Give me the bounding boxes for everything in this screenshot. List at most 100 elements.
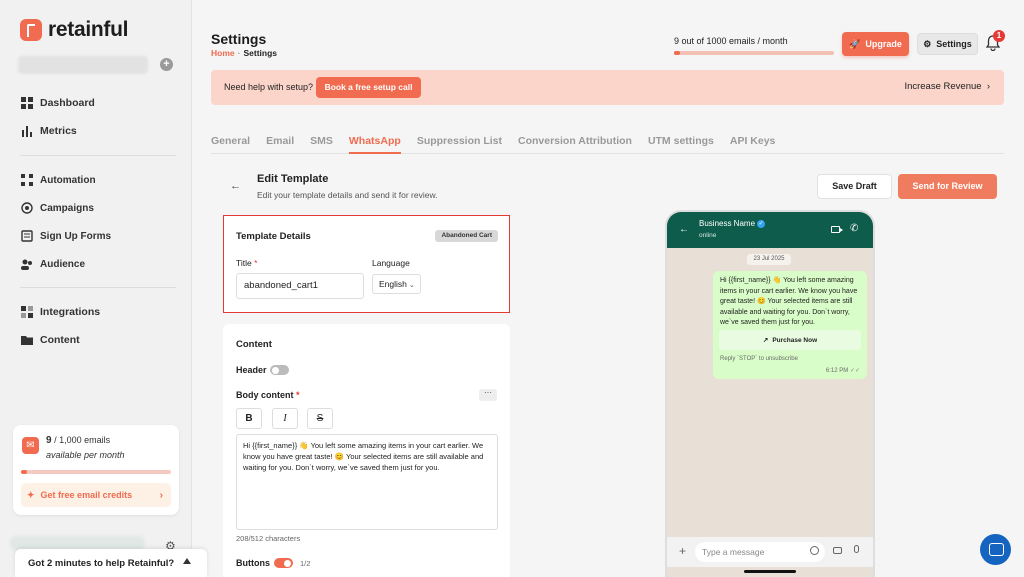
purchase-now-button: ↗ Purchase Now: [719, 330, 861, 350]
buttons-toggle-label: Buttons: [236, 558, 270, 568]
header-toggle-label: Header: [236, 365, 267, 375]
email-usage-bar: [674, 51, 834, 55]
camera-icon: [833, 547, 842, 554]
gear-icon: ⚙: [923, 38, 932, 49]
business-name: Business Name ✓: [699, 219, 766, 228]
message-time: 6:12 PM ✓✓: [825, 368, 860, 374]
upgrade-button[interactable]: 🚀 Upgrade: [842, 32, 909, 56]
message-input: Type a message: [695, 542, 825, 562]
sidebar-item-content[interactable]: Content: [21, 334, 80, 346]
more-options-button[interactable]: ···: [479, 389, 497, 401]
credits-progress-bar: [21, 470, 171, 474]
chat-header: ← Business Name ✓ online ✆: [667, 212, 873, 248]
audience-icon: [21, 259, 32, 270]
message-bubble: Hi {{first_name}} 👋 You left some amazin…: [713, 271, 867, 379]
integrations-icon: [21, 306, 33, 318]
settings-label: Settings: [936, 39, 972, 49]
sidebar-divider: [20, 155, 176, 156]
send-for-review-button[interactable]: Send for Review: [898, 174, 997, 199]
chevron-right-icon: ›: [159, 489, 163, 501]
strikethrough-button[interactable]: S: [307, 408, 333, 429]
tab-suppression-list[interactable]: Suppression List: [417, 127, 502, 154]
template-details-title: Template Details: [236, 231, 311, 242]
italic-button[interactable]: I: [272, 408, 298, 429]
sidebar-item-automation[interactable]: Automation: [21, 174, 96, 186]
breadcrumb-current: Settings: [243, 48, 277, 58]
tab-utm-settings[interactable]: UTM settings: [648, 127, 714, 154]
phone-call-icon: ✆: [850, 223, 859, 234]
settings-tabs: General Email SMS WhatsApp Suppression L…: [211, 127, 1004, 154]
tab-api-keys[interactable]: API Keys: [730, 127, 776, 154]
credits-count: 9 / 1,000 emails: [46, 435, 111, 446]
sidebar-item-label: Campaigns: [40, 202, 94, 214]
breadcrumb-home-link[interactable]: Home: [211, 48, 235, 58]
whatsapp-preview: ← Business Name ✓ online ✆ 23 Jul 2025 Hi…: [667, 212, 873, 577]
tab-sms[interactable]: SMS: [310, 127, 333, 154]
bold-button[interactable]: B: [236, 408, 262, 429]
template-details-card: Template Details Abandoned Cart Title * …: [223, 215, 510, 313]
body-content-textarea[interactable]: Hi {{first_name}} 👋 You left some amazin…: [236, 434, 498, 530]
sidebar-item-label: Metrics: [40, 125, 77, 137]
tab-general[interactable]: General: [211, 127, 250, 154]
sidebar-item-label: Dashboard: [40, 97, 95, 109]
folder-icon: [21, 336, 33, 345]
sidebar-item-signup-forms[interactable]: Sign Up Forms: [21, 230, 111, 242]
email-usage-text: 9 out of 1000 emails / month: [674, 36, 788, 46]
rocket-icon: 🚀: [849, 38, 861, 49]
tab-conversion-attribution[interactable]: Conversion Attribution: [518, 127, 632, 154]
breadcrumb-separator: ·: [237, 48, 241, 58]
date-chip: 23 Jul 2025: [747, 254, 791, 265]
email-credits-card: ✉ 9 / 1,000 emails available per month ✦…: [13, 425, 179, 515]
language-value: English: [379, 279, 407, 289]
sidebar-item-metrics[interactable]: Metrics: [21, 125, 77, 137]
mail-icon: ✉: [22, 437, 39, 454]
emoji-icon: [810, 546, 819, 555]
sidebar-item-dashboard[interactable]: Dashboard: [21, 97, 95, 109]
sidebar-item-label: Audience: [40, 258, 86, 270]
title-input[interactable]: abandoned_cart1: [236, 273, 364, 299]
increase-revenue-link[interactable]: Increase Revenue ›: [904, 81, 990, 92]
message-input-bar: + Type a message: [667, 537, 873, 567]
toggle-knob: [284, 559, 291, 567]
edit-template-title: Edit Template: [257, 173, 329, 185]
sidebar-item-label: Automation: [40, 174, 96, 186]
notification-badge: 1: [993, 30, 1005, 42]
back-arrow-icon[interactable]: ←: [230, 180, 241, 192]
toggle-knob: [272, 366, 279, 374]
language-field-label: Language: [372, 258, 410, 268]
feedback-prompt[interactable]: Got 2 minutes to help Retainful?: [15, 549, 207, 577]
get-free-credits-button[interactable]: ✦ Get free email credits ›: [21, 483, 171, 507]
support-chat-button[interactable]: [980, 534, 1011, 565]
sidebar-item-integrations[interactable]: Integrations: [21, 306, 100, 318]
bar-chart-icon: [22, 126, 32, 137]
sidebar-divider: [20, 287, 176, 288]
add-workspace-icon[interactable]: +: [160, 58, 173, 71]
sidebar-item-audience[interactable]: Audience: [21, 258, 85, 270]
tab-whatsapp[interactable]: WhatsApp: [348, 127, 401, 154]
book-setup-call-button[interactable]: Book a free setup call: [316, 77, 421, 98]
chevron-right-icon: ›: [984, 81, 990, 92]
buttons-count: 1/2: [300, 559, 311, 568]
save-draft-button[interactable]: Save Draft: [817, 174, 892, 199]
chevron-down-icon: ⌄: [408, 282, 415, 289]
header-toggle[interactable]: [270, 365, 289, 375]
edit-template-subtitle: Edit your template details and send it f…: [257, 190, 438, 200]
buttons-toggle[interactable]: [274, 558, 293, 568]
retainful-logo-icon: [20, 19, 42, 41]
user-profile[interactable]: [10, 536, 145, 550]
credits-progress-fill: [21, 470, 27, 474]
automation-icon: [21, 174, 33, 186]
tab-email[interactable]: Email: [266, 127, 294, 154]
unsubscribe-note: Reply `STOP` to unsubscribe: [720, 356, 798, 362]
language-select[interactable]: English ⌄: [372, 274, 421, 294]
brand-name: retainful: [48, 18, 129, 41]
settings-button[interactable]: ⚙ Settings: [917, 33, 978, 55]
brand-logo[interactable]: retainful: [20, 18, 128, 42]
workspace-selector[interactable]: [18, 56, 148, 74]
sidebar-item-campaigns[interactable]: Campaigns: [21, 202, 94, 214]
help-banner: Need help with setup? Book a free setup …: [211, 70, 1004, 105]
body-content-label: Body content *: [236, 390, 300, 400]
breadcrumb: Home · Settings: [211, 48, 277, 58]
sparkle-icon: ✦: [27, 489, 35, 500]
plus-icon: +: [679, 544, 687, 558]
